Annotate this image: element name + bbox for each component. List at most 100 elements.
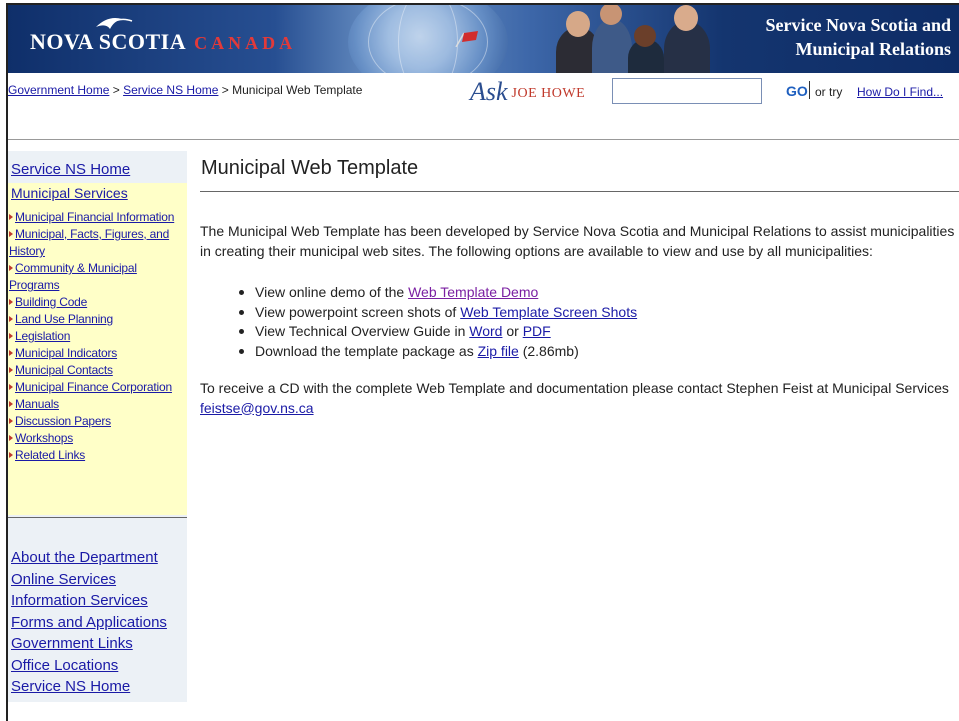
list-item: Municipal Indicators (9, 345, 185, 362)
sidebar-item-about[interactable]: About the Department (11, 549, 158, 566)
sidebar-divider (8, 517, 187, 518)
word-guide-link[interactable]: Word (469, 323, 502, 339)
list-item: Municipal, Facts, Figures, and History (9, 226, 185, 260)
ask-script-text: Ask (470, 77, 508, 106)
department-title-line2: Municipal Relations (795, 39, 951, 59)
list-item: Service NS Home (11, 676, 167, 698)
list-item: Information Services (11, 590, 167, 612)
sidebar-item-online-services[interactable]: Online Services (11, 571, 116, 588)
list-item: Community & Municipal Programs (9, 260, 185, 294)
sidebar-municipal-services: Municipal Services Municipal Financial I… (8, 183, 187, 515)
nova-scotia-logo[interactable]: NOVA SCOTIA CANADA (30, 29, 296, 55)
pdf-guide-link[interactable]: PDF (523, 323, 551, 339)
sidebar-item-land-use-planning[interactable]: Land Use Planning (15, 312, 113, 326)
page-frame: NOVA SCOTIA CANADA Service Nova Scotia an… (6, 3, 959, 721)
sidebar-item-legislation[interactable]: Legislation (15, 329, 70, 343)
sidebar-item-workshops[interactable]: Workshops (15, 431, 73, 445)
screen-shots-link[interactable]: Web Template Screen Shots (460, 304, 637, 320)
list-item: Government Links (11, 633, 167, 655)
main-content: Municipal Web Template The Municipal Web… (200, 151, 959, 418)
option-text: View online demo of the (255, 284, 409, 300)
bullet-arrow-icon (9, 316, 13, 322)
list-item: View Technical Overview Guide in Word or… (239, 322, 959, 342)
list-item: Download the template package as Zip fil… (239, 342, 959, 362)
list-item: Discussion Papers (9, 413, 185, 430)
list-item: View powerpoint screen shots of Web Temp… (239, 303, 959, 323)
list-item: Municipal Financial Information (9, 209, 185, 226)
contact-paragraph: To receive a CD with the complete Web Te… (200, 379, 959, 418)
list-item: View online demo of the Web Template Dem… (239, 283, 959, 303)
sidebar-municipal-services-title[interactable]: Municipal Services (11, 185, 128, 201)
breadcrumb-current: Municipal Web Template (232, 83, 363, 97)
go-button[interactable]: GO (786, 83, 808, 99)
bullet-arrow-icon (9, 384, 13, 390)
option-text: View Technical Overview Guide in (255, 323, 470, 339)
header-banner: NOVA SCOTIA CANADA Service Nova Scotia an… (8, 5, 959, 73)
sidebar-item-municipal-indicators[interactable]: Municipal Indicators (15, 346, 117, 360)
flag-icon (455, 31, 478, 47)
list-item: Municipal Finance Corporation (9, 379, 185, 396)
contact-email-link[interactable]: feistse@gov.ns.ca (200, 400, 314, 416)
how-do-i-find-link[interactable]: How Do I Find... (857, 85, 943, 99)
breadcrumb: Government Home > Service NS Home > Muni… (8, 83, 362, 97)
logo-text: NOVA SCOTIA (30, 29, 187, 54)
bullet-arrow-icon (9, 333, 13, 339)
contact-text: To receive a CD with the complete Web Te… (200, 380, 949, 396)
breadcrumb-government-home[interactable]: Government Home (8, 83, 109, 97)
sidebar-item-finance-corporation[interactable]: Municipal Finance Corporation (15, 380, 172, 394)
search-divider (809, 81, 810, 99)
list-item: Office Locations (11, 655, 167, 677)
sidebar-item-information-services[interactable]: Information Services (11, 592, 148, 609)
logo-canada: CANADA (194, 33, 297, 53)
sidebar-item-municipal-contacts[interactable]: Municipal Contacts (15, 363, 113, 377)
list-item: Forms and Applications (11, 612, 167, 634)
department-title: Service Nova Scotia and Municipal Relati… (766, 13, 951, 61)
sidebar-item-manuals[interactable]: Manuals (15, 397, 59, 411)
or-try-text: or try (815, 85, 843, 99)
list-item: Related Links (9, 447, 185, 464)
sidebar-item-forms[interactable]: Forms and Applications (11, 614, 167, 631)
list-item: Workshops (9, 430, 185, 447)
list-item: Municipal Contacts (9, 362, 185, 379)
sidebar-item-government-links[interactable]: Government Links (11, 635, 133, 652)
department-title-line1: Service Nova Scotia and (765, 15, 951, 35)
sidebar-item-facts-figures-history[interactable]: Municipal, Facts, Figures, and History (9, 227, 169, 258)
search-input[interactable] (612, 78, 762, 104)
list-item: Legislation (9, 328, 185, 345)
bullet-arrow-icon (9, 231, 13, 237)
bullet-arrow-icon (9, 214, 13, 220)
sidebar-item-service-ns-home[interactable]: Service NS Home (11, 678, 130, 695)
bullet-arrow-icon (9, 265, 13, 271)
sidebar-item-community-programs[interactable]: Community & Municipal Programs (9, 261, 137, 292)
intro-paragraph: The Municipal Web Template has been deve… (200, 223, 955, 259)
sidebar-item-office-locations[interactable]: Office Locations (11, 657, 118, 674)
option-text: Download the template package as (255, 342, 478, 359)
ask-joe-howe-logo: Ask JOE HOWE (470, 75, 585, 105)
bullet-arrow-icon (9, 401, 13, 407)
breadcrumb-separator: > (109, 83, 124, 97)
people-photo (546, 5, 726, 73)
sidebar: Service NS Home Municipal Services Munic… (8, 151, 187, 702)
web-template-demo-link[interactable]: Web Template Demo (408, 284, 538, 300)
sidebar-item-building-code[interactable]: Building Code (15, 295, 87, 309)
bullet-arrow-icon (9, 367, 13, 373)
header-divider (8, 139, 959, 140)
list-item: Land Use Planning (9, 311, 185, 328)
ask-name-text: JOE HOWE (511, 86, 586, 101)
bullet-arrow-icon (9, 435, 13, 441)
breadcrumb-service-ns-home[interactable]: Service NS Home (123, 83, 218, 97)
title-divider (200, 191, 959, 192)
zip-file-link[interactable]: Zip file (478, 343, 519, 359)
sidebar-services-list: Municipal Financial Information Municipa… (9, 209, 185, 464)
sidebar-item-financial-information[interactable]: Municipal Financial Information (15, 210, 174, 224)
file-size-text: (2.86mb) (518, 342, 579, 359)
bullet-arrow-icon (9, 299, 13, 305)
breadcrumb-separator: > (218, 83, 233, 97)
bullet-arrow-icon (9, 418, 13, 424)
globe-graphic (348, 5, 508, 73)
sidebar-item-discussion-papers[interactable]: Discussion Papers (15, 414, 111, 428)
sidebar-service-ns-home[interactable]: Service NS Home (11, 161, 130, 178)
sidebar-item-related-links[interactable]: Related Links (15, 448, 85, 462)
list-item: About the Department (11, 547, 167, 569)
bullet-arrow-icon (9, 452, 13, 458)
